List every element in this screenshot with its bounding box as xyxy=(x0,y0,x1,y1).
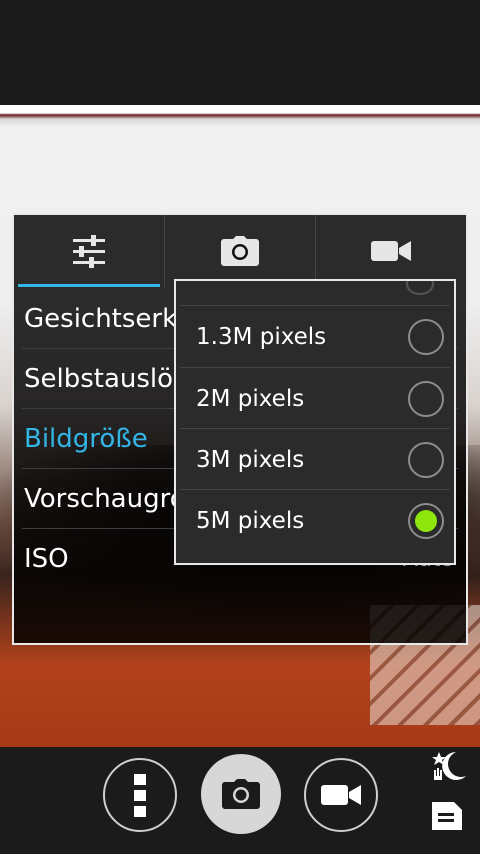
option-label: 1.3M pixels xyxy=(196,323,327,350)
option-label: 2M pixels xyxy=(196,385,305,412)
tab-photo-settings[interactable] xyxy=(164,215,315,287)
option-label: 5M pixels xyxy=(196,507,305,534)
overflow-menu-icon xyxy=(134,773,146,817)
tab-general-settings[interactable] xyxy=(14,215,164,287)
partial-radio-icon xyxy=(406,281,434,295)
camera-icon xyxy=(222,779,260,809)
radio-button[interactable] xyxy=(408,318,444,355)
picture-size-dropdown[interactable]: 1.3M pixels 2M pixels 3M pixels 5M pixel… xyxy=(174,279,456,565)
night-mode-icon[interactable] xyxy=(428,750,468,784)
menu-button[interactable] xyxy=(103,758,177,832)
radio-selected-dot xyxy=(415,509,437,532)
viewfinder-edge xyxy=(0,105,480,127)
tab-video-settings[interactable] xyxy=(315,215,466,287)
option-3m[interactable]: 3M pixels xyxy=(176,429,454,490)
shutter-button[interactable] xyxy=(201,754,281,834)
option-2m[interactable]: 2M pixels xyxy=(176,368,454,429)
radio-button-selected[interactable] xyxy=(408,502,444,539)
option-label: 3M pixels xyxy=(196,446,305,473)
radio-button[interactable] xyxy=(408,441,444,478)
setting-label: ISO xyxy=(24,544,69,574)
sliders-icon xyxy=(73,235,105,268)
camera-icon xyxy=(221,236,259,266)
setting-label: Bildgröße xyxy=(24,423,148,454)
settings-tabs xyxy=(14,215,466,287)
document-icon[interactable] xyxy=(432,802,462,830)
video-camera-icon xyxy=(321,785,361,805)
option-1-3m[interactable]: 1.3M pixels xyxy=(176,306,454,367)
video-camera-icon xyxy=(371,241,411,261)
video-mode-button[interactable] xyxy=(304,758,378,832)
radio-button[interactable] xyxy=(408,380,444,417)
option-5m[interactable]: 5M pixels xyxy=(176,490,454,551)
